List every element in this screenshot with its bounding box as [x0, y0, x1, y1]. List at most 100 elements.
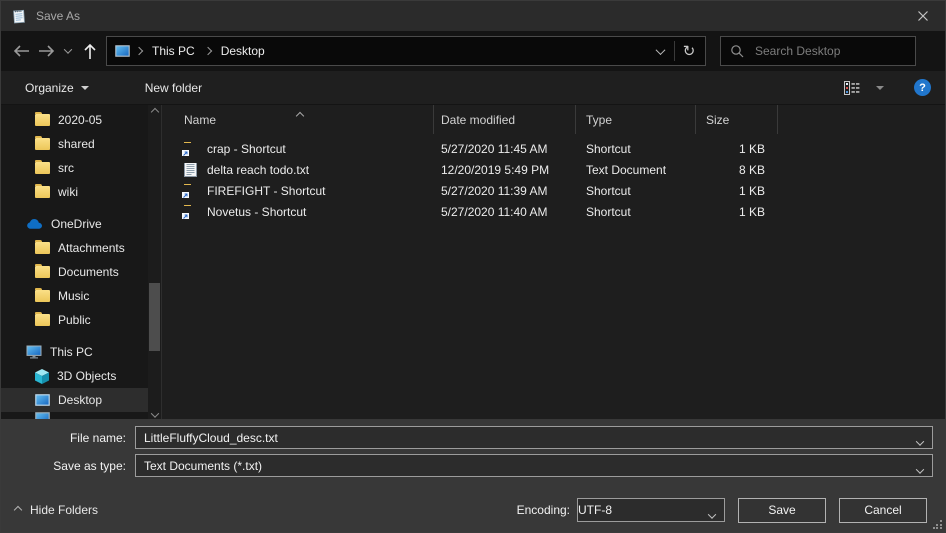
file-name-combobox — [135, 426, 933, 449]
file-name-row: File name: — [1, 426, 933, 449]
search-icon — [730, 44, 744, 58]
breadcrumb-this-pc[interactable]: This PC — [144, 37, 203, 65]
size-cell: 1 KB — [696, 142, 778, 156]
column-headers: Name Date modified Type Size — [162, 105, 945, 134]
file-name: Novetus - Shortcut — [207, 205, 306, 219]
encoding-value: UTF-8 — [578, 503, 612, 517]
new-folder-label: New folder — [145, 81, 202, 95]
column-header-size[interactable]: Size — [696, 105, 778, 134]
help-button[interactable]: ? — [914, 79, 931, 96]
sidebar-item-2020-05[interactable]: 2020-05 — [1, 108, 161, 132]
view-mode-button[interactable] — [840, 75, 864, 101]
date-modified-cell: 5/27/2020 11:39 AM — [434, 184, 576, 198]
sidebar-item-label: Desktop — [58, 393, 102, 407]
scroll-up-button[interactable] — [148, 105, 161, 118]
cancel-button[interactable]: Cancel — [839, 498, 927, 523]
cancel-button-label: Cancel — [864, 503, 901, 517]
sidebar-scrollbar[interactable] — [148, 105, 161, 421]
sidebar-item-wiki[interactable]: wiki — [1, 180, 161, 204]
file-row-firefight-shortcut[interactable]: FIREFIGHT - Shortcut 5/27/2020 11:39 AM … — [162, 180, 945, 201]
back-arrow-icon — [13, 44, 30, 58]
save-button[interactable]: Save — [738, 498, 826, 523]
folder-icon — [35, 138, 50, 150]
search-input[interactable] — [753, 43, 906, 59]
close-button[interactable] — [900, 1, 945, 31]
breadcrumb-chevron-icon — [205, 48, 211, 54]
type-cell: Shortcut — [576, 142, 696, 156]
sidebar-item-label: This PC — [50, 345, 93, 359]
resize-grip[interactable] — [933, 520, 942, 529]
encoding-label: Encoding: — [517, 503, 570, 517]
sidebar-item-label: Public — [58, 313, 91, 327]
file-list: Name Date modified Type Size — [162, 105, 945, 421]
column-header-date-modified[interactable]: Date modified — [434, 105, 576, 134]
titlebar: Save As — [1, 1, 945, 31]
folder-icon — [35, 242, 50, 254]
type-cell: Shortcut — [576, 184, 696, 198]
up-button[interactable] — [77, 38, 102, 64]
scrollbar-thumb[interactable] — [149, 283, 160, 351]
sidebar-item-attachments[interactable]: Attachments — [1, 236, 161, 260]
sidebar-item-src[interactable]: src — [1, 156, 161, 180]
chevron-down-icon — [709, 508, 715, 522]
address-bar[interactable]: This PC Desktop ↻ — [106, 36, 706, 66]
folder-icon — [35, 266, 50, 278]
type-cell: Shortcut — [576, 205, 696, 219]
folder-icon — [35, 186, 50, 198]
file-name: delta reach todo.txt — [207, 163, 309, 177]
file-row-crap-shortcut[interactable]: crap - Shortcut 5/27/2020 11:45 AM Short… — [162, 138, 945, 159]
folder-icon — [35, 114, 50, 126]
content-area: 2020-05 shared src wiki OneDrive — [1, 105, 945, 421]
sidebar-item-label: OneDrive — [51, 217, 102, 231]
recent-locations-button[interactable] — [59, 38, 77, 64]
search-box — [720, 36, 916, 66]
refresh-icon: ↻ — [683, 44, 696, 59]
sidebar-item-label: Attachments — [58, 241, 125, 255]
sidebar-item-music[interactable]: Music — [1, 284, 161, 308]
hide-folders-button[interactable]: Hide Folders — [15, 503, 98, 517]
sidebar-item-public[interactable]: Public — [1, 308, 161, 332]
type-cell: Text Document — [576, 163, 696, 177]
sidebar-item-this-pc[interactable]: This PC — [1, 340, 161, 364]
file-name-input[interactable] — [136, 431, 932, 445]
this-pc-icon — [115, 45, 130, 57]
folder-icon — [35, 162, 50, 174]
chevron-down-icon — [876, 86, 884, 90]
sidebar-item-shared[interactable]: shared — [1, 132, 161, 156]
chevron-down-icon[interactable] — [917, 435, 923, 449]
breadcrumb-desktop[interactable]: Desktop — [213, 37, 273, 65]
file-name: FIREFIGHT - Shortcut — [207, 184, 325, 198]
sidebar-item-documents[interactable]: Documents — [1, 260, 161, 284]
new-folder-button[interactable]: New folder — [141, 75, 206, 101]
size-cell: 1 KB — [696, 205, 778, 219]
refresh-button[interactable]: ↻ — [675, 37, 703, 65]
onedrive-cloud-icon — [26, 218, 43, 230]
file-row-novetus-shortcut[interactable]: Novetus - Shortcut 5/27/2020 11:40 AM Sh… — [162, 201, 945, 222]
save-as-dialog: Save As — [0, 0, 946, 533]
forward-button[interactable] — [34, 38, 59, 64]
back-button[interactable] — [9, 38, 34, 64]
date-modified-cell: 5/27/2020 11:40 AM — [434, 205, 576, 219]
save-as-type-value: Text Documents (*.txt) — [136, 459, 262, 473]
column-header-type[interactable]: Type — [576, 105, 696, 134]
sidebar-group-gap — [1, 204, 161, 212]
sidebar-item-onedrive[interactable]: OneDrive — [1, 212, 161, 236]
navigation-pane: 2020-05 shared src wiki OneDrive — [1, 105, 162, 421]
view-mode-dropdown-button[interactable] — [872, 75, 888, 101]
column-label: Type — [586, 113, 612, 127]
navigation-bar: This PC Desktop ↻ — [1, 31, 945, 71]
sidebar-group-gap — [1, 332, 161, 340]
file-row-delta-reach-todo[interactable]: delta reach todo.txt 12/20/2019 5:49 PM … — [162, 159, 945, 180]
file-name-cell: Novetus - Shortcut — [162, 205, 434, 219]
sidebar-item-3d-objects[interactable]: 3D Objects — [1, 364, 161, 388]
encoding-select[interactable]: UTF-8 — [577, 498, 725, 522]
save-as-type-select[interactable]: Text Documents (*.txt) — [135, 454, 933, 477]
date-modified-cell: 5/27/2020 11:45 AM — [434, 142, 576, 156]
chevron-down-icon — [81, 86, 89, 90]
organize-label: Organize — [25, 81, 74, 95]
file-name-cell: crap - Shortcut — [162, 142, 434, 156]
organize-button[interactable]: Organize — [21, 75, 93, 101]
size-cell: 8 KB — [696, 163, 778, 177]
address-dropdown-button[interactable] — [646, 37, 674, 65]
sidebar-item-desktop[interactable]: Desktop — [1, 388, 161, 412]
